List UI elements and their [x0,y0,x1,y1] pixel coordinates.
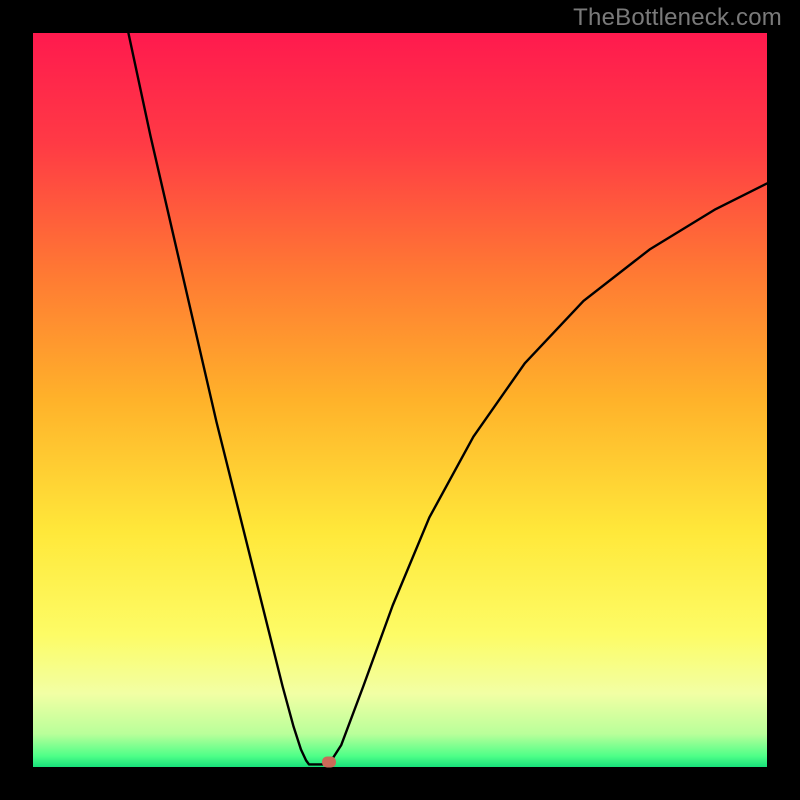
watermark-text: TheBottleneck.com [573,4,782,32]
optimum-marker [322,756,336,767]
chart-frame: TheBottleneck.com [0,0,800,800]
gradient-background [33,33,767,767]
plot-area [33,33,767,767]
plot-svg [33,33,767,767]
